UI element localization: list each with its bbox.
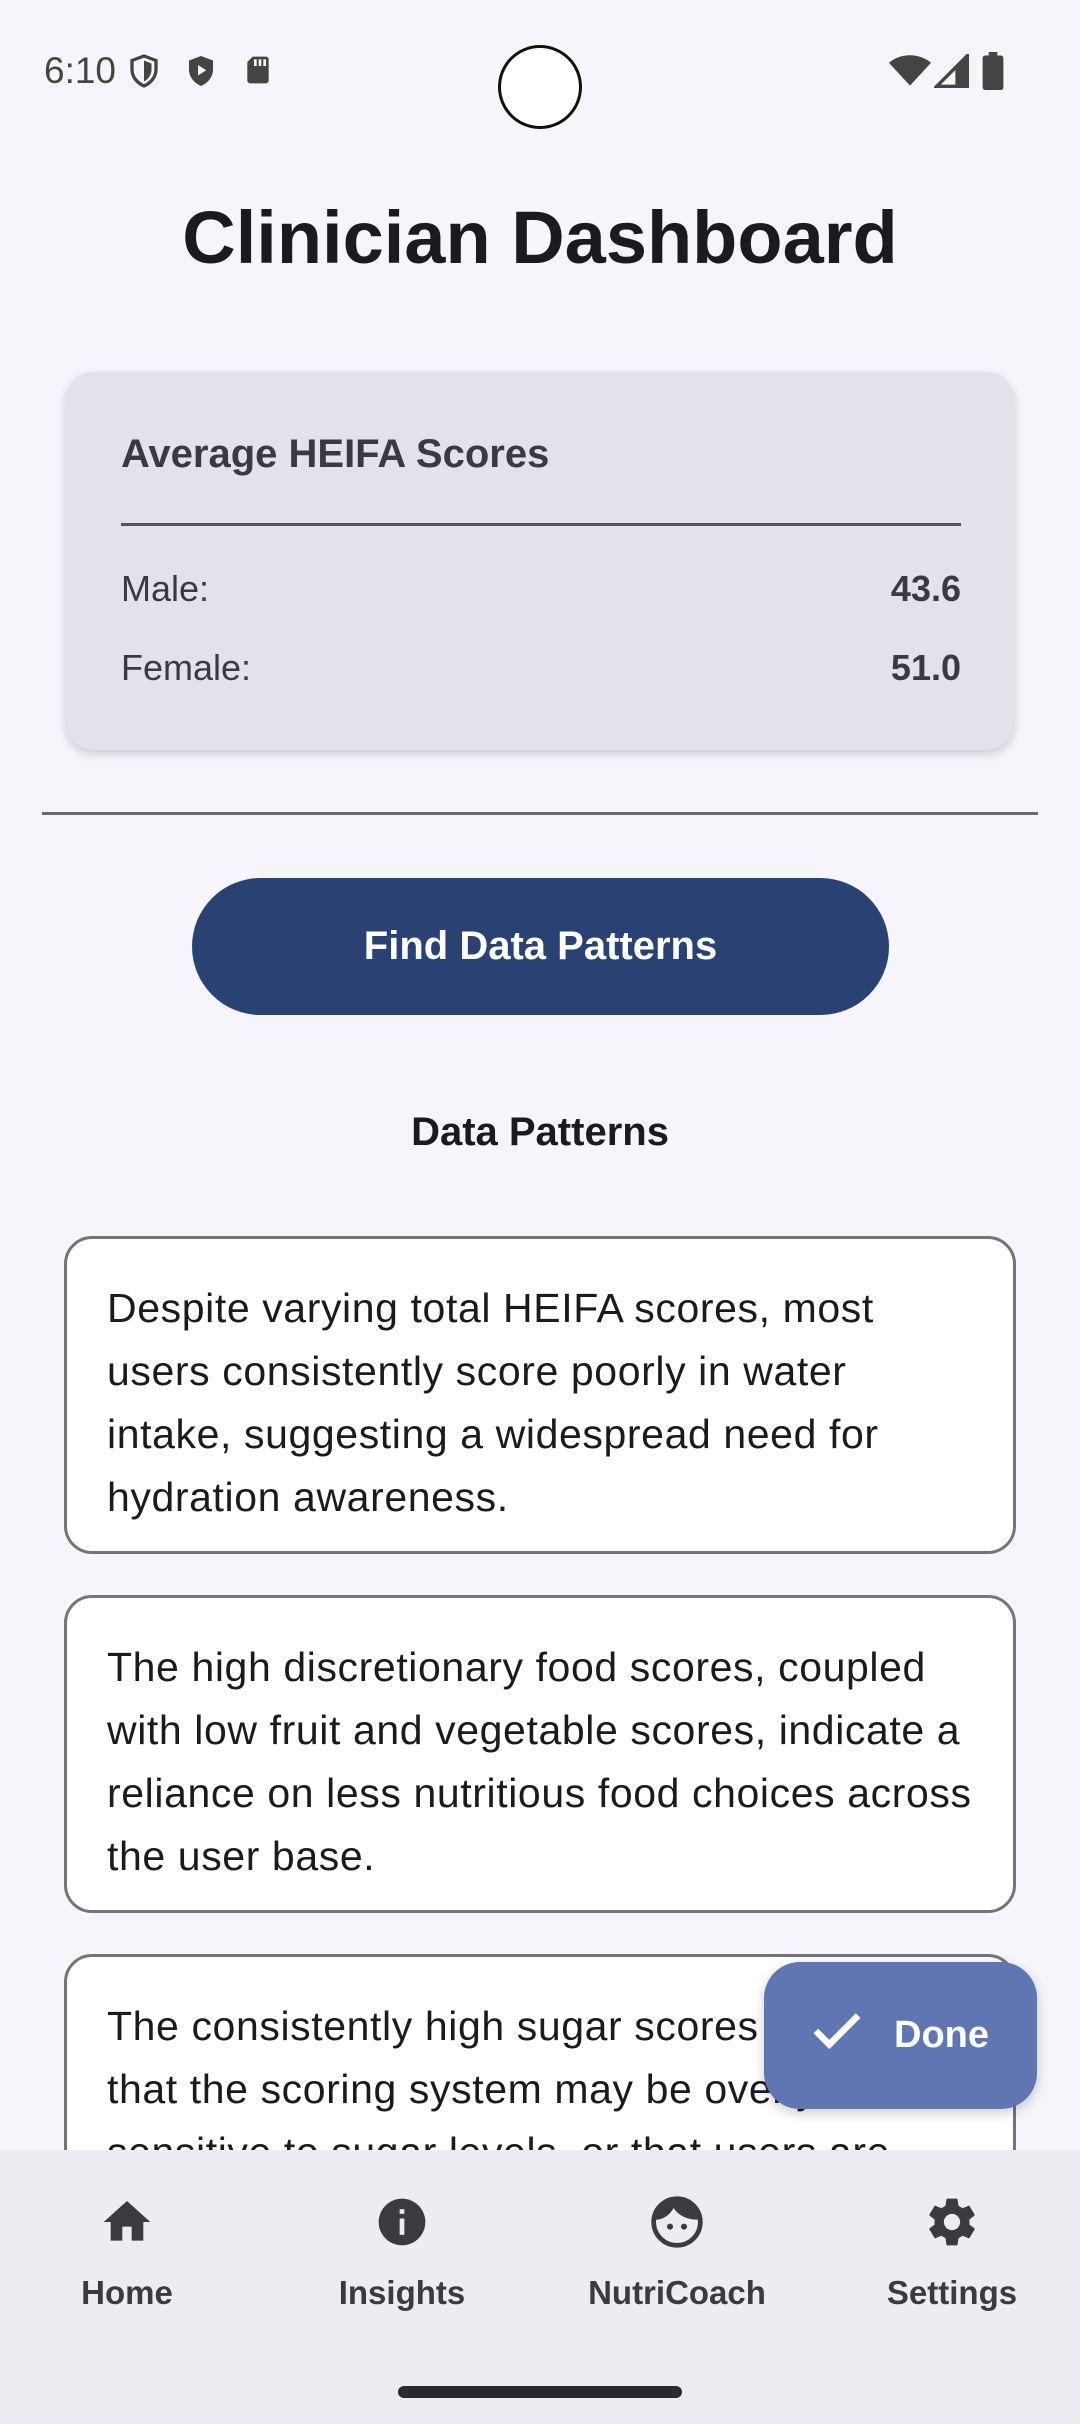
home-indicator[interactable] [398, 2386, 682, 2398]
nav-item-home[interactable]: Home [27, 2194, 227, 2312]
info-icon [302, 2194, 502, 2250]
pattern-text: The high discretionary food scores, coup… [107, 1644, 972, 1879]
done-button[interactable]: Done [764, 1962, 1037, 2109]
nav-label: Insights [338, 2274, 466, 2311]
bottom-navigation: Home Insights NutriCoach Settings [0, 2150, 1080, 2424]
nav-item-insights[interactable]: Insights [302, 2194, 502, 2312]
home-icon [27, 2194, 227, 2250]
nav-label: NutriCoach [588, 2274, 766, 2311]
nav-item-nutricoach[interactable]: NutriCoach [577, 2194, 777, 2312]
pattern-card: The high discretionary food scores, coup… [64, 1595, 1016, 1913]
done-label: Done [894, 2014, 989, 2056]
gear-icon [852, 2194, 1052, 2250]
pattern-text: Despite varying total HEIFA scores, most… [107, 1285, 879, 1520]
pattern-card: Despite varying total HEIFA scores, most… [64, 1236, 1016, 1554]
nav-label: Settings [886, 2274, 1018, 2311]
face-icon [577, 2194, 777, 2250]
nav-item-settings[interactable]: Settings [852, 2194, 1052, 2312]
patterns-list[interactable]: Despite varying total HEIFA scores, most… [0, 0, 1080, 2150]
nav-label: Home [81, 2274, 173, 2311]
check-icon [812, 2011, 862, 2061]
